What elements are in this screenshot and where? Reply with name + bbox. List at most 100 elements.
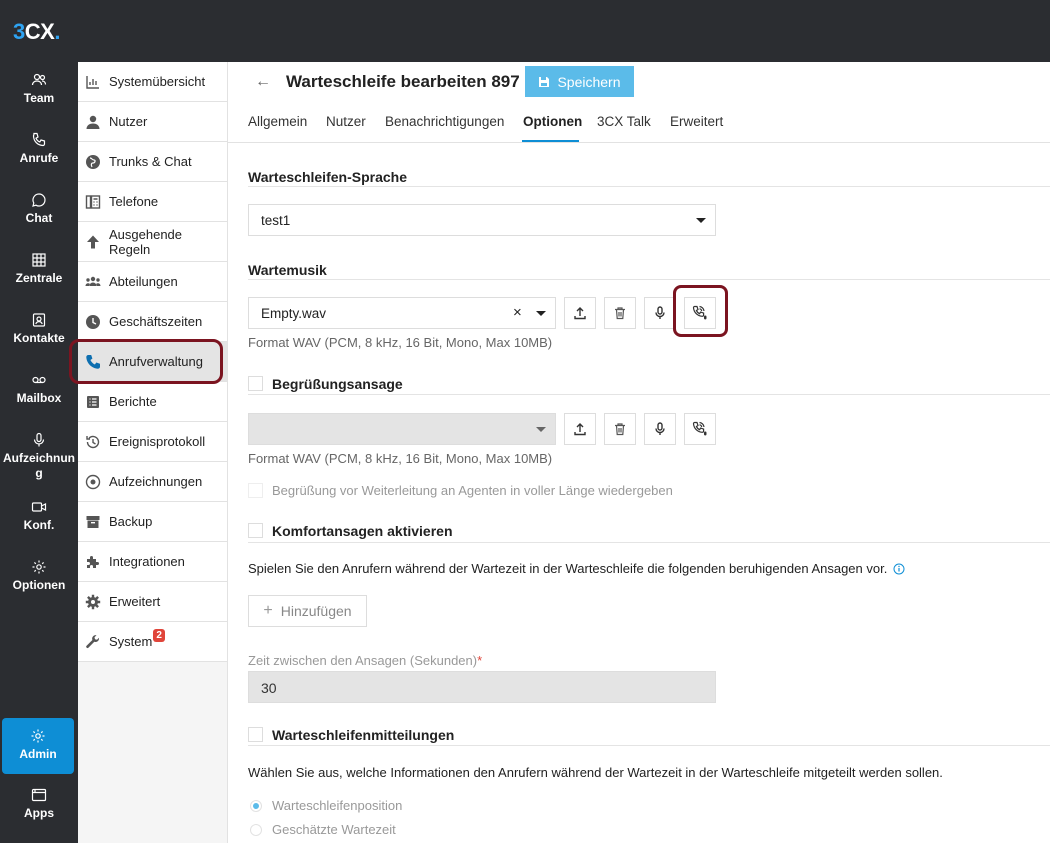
app-logo[interactable]: 3CX. [13, 19, 60, 45]
rail-label: Konf. [23, 518, 55, 532]
rail-item-admin[interactable]: Admin [2, 718, 74, 774]
radio-queue-position-label: Warteschleifenposition [272, 798, 403, 813]
nav-item-ereignisprotokoll[interactable]: Ereignisprotokoll [78, 422, 227, 462]
upload-icon [574, 307, 586, 320]
clock-icon [84, 313, 102, 331]
archive-icon [84, 513, 102, 531]
rail-item-mailbox[interactable]: Mailbox [0, 372, 78, 406]
globe-icon [84, 153, 102, 171]
tab-allgemein[interactable]: Allgemein [248, 114, 307, 129]
rail-label: Zentrale [15, 271, 63, 285]
rail-label: Mailbox [16, 391, 62, 405]
music-section-title: Wartemusik [248, 262, 327, 278]
divider [248, 745, 1050, 746]
rail-item-zentrale[interactable]: Zentrale [0, 252, 78, 286]
language-section-title: Warteschleifen-Sprache [248, 169, 407, 185]
rail-item-apps[interactable]: Apps [0, 787, 78, 821]
tab-optionen[interactable]: Optionen [523, 114, 582, 129]
top-bar: 3CX. [0, 0, 1050, 62]
greeting-full-length-checkbox[interactable] [248, 483, 263, 498]
rail-label: Optionen [12, 578, 66, 592]
music-record-button[interactable] [644, 297, 676, 329]
radio-queue-position[interactable] [250, 800, 262, 812]
greeting-upload-button[interactable] [564, 413, 596, 445]
mic-icon [33, 432, 45, 447]
nav-item-systemuebersicht[interactable]: Systemübersicht [78, 62, 227, 102]
greeting-checkbox[interactable] [248, 376, 263, 391]
rail-item-team[interactable]: Team [0, 72, 78, 106]
nav-item-telefone[interactable]: Telefone [78, 182, 227, 222]
nav-item-aufzeichnungen[interactable]: Aufzeichnungen [78, 462, 227, 502]
nav-item-anrufverwaltung[interactable]: Anrufverwaltung [78, 342, 227, 382]
save-button[interactable]: Speichern [525, 66, 634, 97]
chevron-down-icon [536, 427, 546, 432]
user-icon [84, 113, 102, 131]
nav-item-geschaeftszeiten[interactable]: Geschäftszeiten [78, 302, 227, 342]
nav-item-backup[interactable]: Backup [78, 502, 227, 542]
rail-label: Aufzeichnun g [3, 451, 75, 480]
rail-item-optionen[interactable]: Optionen [0, 559, 78, 593]
nav-item-berichte[interactable]: Berichte [78, 382, 227, 422]
tab-3cx-talk[interactable]: 3CX Talk [597, 114, 651, 129]
divider [248, 186, 1050, 187]
radio-estimated-wait[interactable] [250, 824, 262, 836]
rail-item-chat[interactable]: Chat [0, 192, 78, 226]
nav-item-system[interactable]: System 2 [78, 622, 227, 662]
greeting-section-title: Begrüßungsansage [272, 376, 403, 392]
nav-item-abteilungen[interactable]: Abteilungen [78, 262, 227, 302]
main-rail: Team Anrufe Chat Zentrale Kontakte Mailb… [0, 62, 78, 843]
queue-messages-checkbox[interactable] [248, 727, 263, 742]
greeting-file-select[interactable] [248, 413, 556, 445]
music-call-record-button[interactable] [684, 297, 716, 329]
tab-benachrichtigungen[interactable]: Benachrichtigungen [385, 114, 504, 129]
radio-estimated-wait-label: Geschätzte Wartezeit [272, 822, 396, 837]
dashboard-icon [84, 73, 102, 91]
music-upload-button[interactable] [564, 297, 596, 329]
nav-item-integrationen[interactable]: Integrationen [78, 542, 227, 582]
nav-item-trunks[interactable]: Trunks & Chat [78, 142, 227, 182]
music-delete-button[interactable] [604, 297, 636, 329]
nav-item-nutzer[interactable]: Nutzer [78, 102, 227, 142]
rail-item-anrufe[interactable]: Anrufe [0, 132, 78, 166]
rail-label: Chat [25, 211, 53, 225]
divider [248, 394, 1050, 395]
greeting-record-button[interactable] [644, 413, 676, 445]
comfort-description: Spielen Sie den Anrufern während der War… [248, 561, 905, 576]
rail-item-kontakte[interactable]: Kontakte [0, 312, 78, 346]
grid-icon [32, 253, 46, 267]
admin-nav: Systemübersicht Nutzer Trunks & Chat Tel… [78, 62, 228, 843]
language-select[interactable]: test1 [248, 204, 716, 236]
apps-icon [31, 788, 47, 802]
nav-item-erweitert[interactable]: Erweitert [78, 582, 227, 622]
divider [248, 279, 1050, 280]
page-title: Warteschleife bearbeiten 897 [286, 72, 520, 91]
desk-phone-icon [84, 193, 102, 211]
departments-icon [84, 273, 102, 291]
tab-nutzer[interactable]: Nutzer [326, 114, 366, 129]
gear-icon [32, 560, 46, 574]
tab-bar: Allgemein Nutzer Benachrichtigungen Opti… [228, 102, 1050, 143]
gear-icon [31, 729, 45, 743]
add-announcement-button[interactable]: + Hinzufügen [248, 595, 367, 627]
tab-erweitert[interactable]: Erweitert [670, 114, 723, 129]
back-arrow-icon[interactable]: ← [255, 73, 271, 91]
greeting-format-hint: Format WAV (PCM, 8 kHz, 16 Bit, Mono, Ma… [248, 451, 553, 466]
nav-item-ausgehende-regeln[interactable]: Ausgehende Regeln [78, 222, 227, 262]
chevron-down-icon [696, 218, 706, 223]
phone-record-icon [692, 421, 707, 436]
history-icon [84, 433, 102, 451]
rail-item-aufzeichnung[interactable]: Aufzeichnun g [0, 432, 78, 481]
rail-item-konf[interactable]: Konf. [0, 499, 78, 533]
greeting-call-record-button[interactable] [684, 413, 716, 445]
trash-icon [615, 307, 625, 320]
greeting-delete-button[interactable] [604, 413, 636, 445]
music-file-select[interactable]: Empty.wav × [248, 297, 556, 329]
info-icon[interactable] [893, 563, 905, 575]
rail-label: Team [23, 91, 55, 105]
comfort-section-title: Komfortansagen aktivieren [272, 523, 453, 539]
comfort-checkbox[interactable] [248, 523, 263, 538]
clear-icon[interactable]: × [513, 304, 522, 321]
interval-input[interactable]: 30 [248, 671, 716, 703]
queue-messages-section-title: Warteschleifenmitteilungen [272, 727, 455, 743]
puzzle-icon [84, 553, 102, 571]
